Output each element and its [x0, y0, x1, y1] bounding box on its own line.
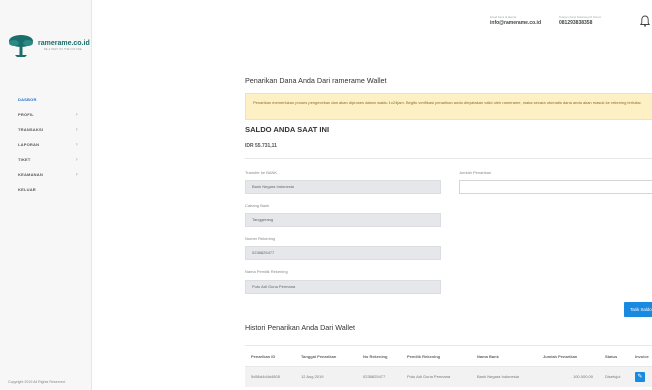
balance-heading: SALDO ANDA SAAT INI — [245, 125, 330, 134]
amount-input[interactable] — [459, 180, 652, 194]
brand-name: ramerame.co.id — [38, 40, 90, 47]
bank-field: Bank Negara Indonesia — [245, 180, 441, 194]
sidebar-item-tiket[interactable]: TIKET › — [0, 152, 92, 167]
phone-label: Telepon Kami Sekarang Di Nomor — [559, 15, 602, 19]
sidebar-item-laporan[interactable]: LAPORAN › — [0, 137, 92, 152]
phone-value[interactable]: 081293838358 — [559, 20, 601, 26]
col-header: Penarikan ID — [245, 345, 295, 367]
table-header-row: Penarikan ID Tanggal Penarikan No Rekeni… — [245, 345, 652, 367]
chevron-right-icon: › — [75, 111, 78, 118]
email-label: Email Kami di alamat — [490, 15, 517, 19]
bell-icon[interactable] — [640, 15, 650, 27]
cell-account: 0238825477 — [357, 366, 401, 387]
branch-label: Cabang Bank — [245, 203, 270, 208]
withdraw-button[interactable]: Tarik Saldo — [624, 302, 652, 317]
sidebar-nav: DASBOR PROFIL › TRANSAKSI › LAPORAN › TI… — [0, 92, 92, 197]
cell-invoice: ✎ — [629, 366, 652, 387]
chevron-right-icon: › — [75, 126, 78, 133]
chevron-right-icon: › — [75, 171, 78, 178]
owner-label: Nama Pemilik Rekening — [245, 269, 288, 274]
cell-status: Disetujui — [599, 366, 629, 387]
contact-phone: Telepon Kami Sekarang Di Nomor 081293838… — [559, 15, 601, 26]
sidebar-item-transaksi[interactable]: TRANSAKSI › — [0, 122, 92, 137]
brand-logo[interactable]: ramerame.co.id BE A PART OF THE FUTURE — [8, 34, 90, 58]
cell-amount: 100.000,00 — [537, 366, 599, 387]
sidebar-item-keamanan[interactable]: KEAMANAN › — [0, 167, 92, 182]
sidebar-item-label: TRANSAKSI — [18, 127, 44, 132]
sidebar-item-label: PROFIL — [18, 112, 34, 117]
col-header: No Rekening — [357, 345, 401, 367]
balance-value: IDR 55.731,11 — [245, 143, 277, 149]
sidebar-item-profil[interactable]: PROFIL › — [0, 107, 92, 122]
table-row: 5d56d4d4d4805 12 Aug 2019 0238825477 Put… — [245, 366, 652, 387]
copyright-text: Copyright 2019 All Rights Reserved. — [8, 380, 66, 384]
sidebar: ramerame.co.id BE A PART OF THE FUTURE D… — [0, 0, 92, 390]
history-table: Penarikan ID Tanggal Penarikan No Rekeni… — [245, 345, 652, 387]
cell-owner: Putu Adi Guna Permana — [401, 366, 471, 387]
branch-field: Tanggerang — [245, 213, 441, 227]
info-alert: Penarikan memerlukan proses pengecekan d… — [245, 93, 652, 120]
chevron-right-icon: › — [75, 156, 78, 163]
cell-bank: Bank Negara Indonesia — [471, 366, 537, 387]
owner-field: Putu Adi Guna Permana — [245, 280, 441, 294]
sidebar-item-label: KELUAR — [18, 187, 36, 192]
bank-label: Transfer ke BANK — [245, 170, 278, 175]
sidebar-item-dasbor[interactable]: DASBOR — [0, 92, 92, 107]
account-label: Nomer Rekening — [245, 236, 276, 241]
amount-label: Jumlah Penarikan — [459, 170, 492, 175]
sidebar-item-label: TIKET — [18, 157, 31, 162]
topbar: Email Kami di alamat info@ramerame.co.id… — [92, 0, 652, 40]
divider — [245, 158, 652, 159]
col-header: Invoice — [629, 345, 652, 367]
contact-email: Email Kami di alamat info@ramerame.co.id — [490, 15, 541, 26]
sidebar-item-label: DASBOR — [18, 97, 37, 102]
brand-tagline: BE A PART OF THE FUTURE — [44, 48, 82, 51]
sidebar-item-label: KEAMANAN — [18, 172, 43, 177]
email-value[interactable]: info@ramerame.co.id — [490, 20, 541, 26]
sidebar-item-label: LAPORAN — [18, 142, 40, 147]
cell-date: 12 Aug 2019 — [295, 366, 357, 387]
col-header: Tanggal Penarikan — [295, 345, 357, 367]
history-title: Histori Penarikan Anda Dari Wallet — [245, 323, 355, 332]
account-field: 0238825477 — [245, 246, 441, 260]
chevron-right-icon: › — [75, 141, 78, 148]
cell-id: 5d56d4d4d4805 — [245, 366, 295, 387]
col-header: Pemilik Rekening — [401, 345, 471, 367]
tree-logo-icon — [9, 35, 33, 57]
col-header: Nama Bank — [471, 345, 537, 367]
edit-icon[interactable]: ✎ — [635, 371, 645, 382]
page-title: Penarikan Dana Anda Dari ramerame Wallet — [245, 76, 387, 85]
sidebar-item-keluar[interactable]: KELUAR — [0, 182, 92, 197]
col-header: Jumlah Penarikan — [537, 345, 599, 367]
col-header: Status — [599, 345, 629, 367]
